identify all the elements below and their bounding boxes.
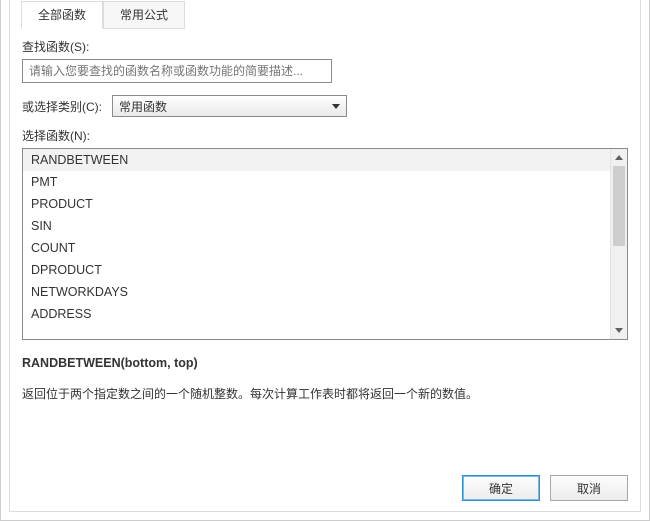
category-select[interactable]: 常用函数 (112, 95, 347, 117)
category-row: 或选择类别(C): 常用函数 (22, 95, 628, 117)
function-syntax: RANDBETWEEN(bottom, top) (22, 356, 628, 370)
tab-all-functions[interactable]: 全部函数 (21, 1, 103, 29)
function-description: RANDBETWEEN(bottom, top) 返回位于两个指定数之间的一个随… (22, 356, 628, 406)
cancel-button[interactable]: 取消 (550, 475, 628, 501)
list-item[interactable]: PRODUCT (23, 193, 610, 215)
select-function-label: 选择函数(N): (22, 127, 628, 144)
category-selected: 常用函数 (119, 98, 167, 115)
chevron-down-icon (332, 104, 340, 109)
list-item[interactable]: PMT (23, 171, 610, 193)
ok-button[interactable]: 确定 (462, 475, 540, 501)
dialog-inner: 全部函数 常用公式 查找函数(S): 或选择类别(C): 常用函数 选择函数(N… (9, 0, 641, 512)
list-item[interactable]: NETWORKDAYS (23, 281, 610, 303)
scroll-down-button[interactable] (611, 322, 627, 339)
search-label: 查找函数(S): (22, 38, 628, 55)
function-list-items: RANDBETWEEN PMT PRODUCT SIN COUNT DPRODU… (23, 149, 610, 339)
function-description-text: 返回位于两个指定数之间的一个随机整数。每次计算工作表时都将返回一个新的数值。 (22, 384, 628, 406)
scroll-thumb[interactable] (613, 166, 625, 246)
list-item[interactable]: ADDRESS (23, 303, 610, 325)
search-input[interactable] (22, 59, 332, 83)
button-row: 确定 取消 (22, 465, 628, 501)
insert-function-dialog: 全部函数 常用公式 查找函数(S): 或选择类别(C): 常用函数 选择函数(N… (0, 0, 650, 521)
list-item[interactable]: COUNT (23, 237, 610, 259)
scrollbar[interactable] (610, 149, 627, 339)
tab-bar: 全部函数 常用公式 (21, 0, 628, 28)
list-item[interactable]: DPRODUCT (23, 259, 610, 281)
function-listbox[interactable]: RANDBETWEEN PMT PRODUCT SIN COUNT DPRODU… (22, 148, 628, 340)
list-item[interactable]: RANDBETWEEN (23, 149, 610, 171)
triangle-up-icon (615, 155, 623, 160)
scroll-up-button[interactable] (611, 149, 627, 166)
triangle-down-icon (615, 328, 623, 333)
category-label: 或选择类别(C): (22, 98, 102, 115)
tab-common-formulas[interactable]: 常用公式 (103, 1, 185, 29)
list-item[interactable]: SIN (23, 215, 610, 237)
